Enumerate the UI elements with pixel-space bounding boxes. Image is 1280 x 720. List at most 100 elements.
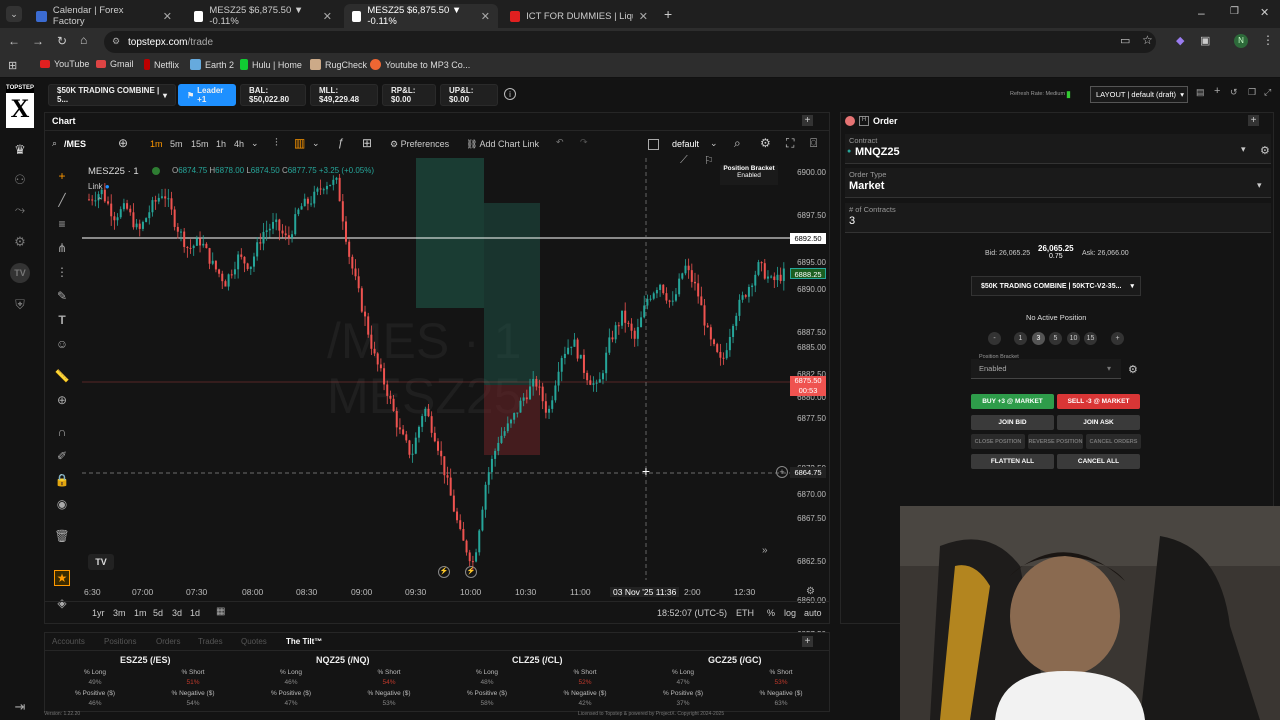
- url-field[interactable]: topstepx.com/trade: [104, 31, 1156, 53]
- chevron-down-icon[interactable]: ⌄: [251, 138, 259, 149]
- expand-icon[interactable]: ⤢: [1264, 87, 1271, 98]
- bookmark-gmail[interactable]: Gmail: [96, 59, 134, 69]
- account-select[interactable]: $50K TRADING COMBINE | 5... ▾: [48, 84, 176, 106]
- bookmark-earth2[interactable]: Earth 2: [190, 59, 234, 70]
- users-icon[interactable]: ⚇: [10, 170, 30, 190]
- chevron-down-icon[interactable]: ⌄: [710, 138, 718, 149]
- range-1m[interactable]: 1m: [134, 608, 147, 618]
- cancel-orders-button[interactable]: CANCEL ORDERS: [1086, 434, 1141, 449]
- home-icon[interactable]: ⌂: [80, 33, 87, 47]
- contract-select[interactable]: Contract MNQZ25 ● ▾: [845, 134, 1271, 164]
- order-account-select[interactable]: $50K TRADING COMBINE | 50KTC-V2-35... ▾: [971, 276, 1141, 296]
- fullscreen-icon[interactable]: ⛶: [786, 136, 794, 151]
- indicators-icon[interactable]: ƒ: [338, 137, 344, 149]
- back-icon[interactable]: ←: [8, 34, 20, 48]
- layout-grid-icon[interactable]: ⊞: [362, 136, 372, 150]
- qty-5-button[interactable]: 5: [1049, 332, 1062, 345]
- pitchfork-icon[interactable]: ⋔: [54, 240, 70, 256]
- collapse-icon[interactable]: ⌃: [96, 196, 104, 207]
- compare-icon[interactable]: ⊕: [118, 136, 128, 150]
- symbol-search[interactable]: /MES: [64, 139, 86, 149]
- checkbox-icon[interactable]: [648, 139, 659, 150]
- bar-type-icon[interactable]: ⫶: [275, 137, 278, 150]
- bookmark-youtube[interactable]: YouTube: [40, 59, 89, 69]
- info-icon[interactable]: i: [504, 88, 516, 100]
- bookmark-rugcheck[interactable]: RugCheck: [310, 59, 367, 70]
- new-tab-icon[interactable]: +: [664, 6, 672, 22]
- flatten-all-button[interactable]: FLATTEN ALL: [971, 454, 1054, 469]
- qty-10-button[interactable]: 10: [1067, 332, 1080, 345]
- forward-icon[interactable]: →: [32, 34, 44, 48]
- tab-orders[interactable]: Orders: [156, 637, 180, 646]
- long-position-profit-zone[interactable]: [416, 158, 484, 308]
- topstep-logo[interactable]: TOPSTEP X: [6, 84, 34, 128]
- trash-icon[interactable]: 🗑: [54, 528, 70, 544]
- window-icon[interactable]: ❐: [1248, 87, 1256, 98]
- settings-icon[interactable]: ⚙: [760, 136, 771, 150]
- zoom-icon[interactable]: ⌕: [734, 136, 741, 151]
- tab-positions[interactable]: Positions: [104, 637, 136, 646]
- price-chart[interactable]: /MES · 1 MESZ25 +: [82, 158, 790, 580]
- timeframe-15m[interactable]: 15m: [191, 139, 209, 149]
- browser-tab[interactable]: ICT FOR DUMMIES | Liquidity P... ✕: [502, 4, 656, 28]
- range-1yr[interactable]: 1yr: [92, 608, 105, 618]
- qty-decrement-button[interactable]: -: [988, 332, 1001, 345]
- layout-select[interactable]: LAYOUT | default (draft) ▾: [1090, 86, 1188, 103]
- tradingview-icon[interactable]: TV: [10, 263, 30, 283]
- bookmark-mp3[interactable]: Youtube to MP3 Co...: [370, 59, 470, 70]
- profile-avatar[interactable]: N: [1234, 34, 1248, 48]
- tab-the-tilt[interactable]: The Tilt™: [286, 637, 322, 646]
- ask-price[interactable]: Ask: 26,066.00: [1082, 250, 1129, 257]
- redo-icon[interactable]: ↷: [580, 137, 588, 148]
- gear-icon[interactable]: ⚙: [1128, 363, 1138, 376]
- bid-price[interactable]: Bid: 26,065.25: [985, 250, 1030, 257]
- puzzle-icon[interactable]: ▣: [1200, 34, 1210, 47]
- add-order-icon[interactable]: +: [776, 466, 788, 478]
- fib-icon[interactable]: ⋮: [54, 264, 70, 280]
- bracket-icon[interactable]: ⚐: [704, 154, 714, 167]
- draw-line-icon[interactable]: ⟋: [680, 154, 688, 167]
- timeframe-4h[interactable]: 4h: [234, 139, 244, 149]
- percent-toggle[interactable]: %: [767, 608, 775, 618]
- cast-icon[interactable]: ▭: [1120, 34, 1130, 47]
- long-position-stop-zone[interactable]: [484, 385, 540, 455]
- bookmark-hulu[interactable]: Hulu | Home: [240, 59, 302, 70]
- undo-icon[interactable]: ↶: [556, 137, 564, 148]
- close-icon[interactable]: ✕: [323, 10, 332, 23]
- magnet-icon[interactable]: ∩: [54, 424, 70, 440]
- extension-icon[interactable]: ◆: [1176, 34, 1184, 47]
- close-window-icon[interactable]: ✕: [1260, 6, 1269, 19]
- browser-tab[interactable]: MESZ25 $6,875.50 ▼ -0.11% ✕: [186, 4, 340, 28]
- auto-toggle[interactable]: auto: [804, 608, 822, 618]
- qty-3-button[interactable]: 3: [1032, 332, 1045, 345]
- price-axis[interactable]: 6900.00 6897.50 6895.00 6890.00 6887.50 6885.…: [790, 158, 830, 689]
- maximize-icon[interactable]: ❐: [1230, 6, 1239, 17]
- close-icon[interactable]: ✕: [639, 10, 648, 23]
- log-toggle[interactable]: log: [784, 608, 796, 618]
- bracket-select[interactable]: Position Bracket Enabled ▾: [971, 354, 1121, 379]
- add-panel-icon[interactable]: +: [802, 636, 813, 647]
- bookmark-netflix[interactable]: Netflix: [144, 59, 179, 70]
- brush-icon[interactable]: ✎: [54, 288, 70, 304]
- qty-1-button[interactable]: 1: [1014, 332, 1027, 345]
- star-icon[interactable]: ★: [54, 570, 70, 586]
- save-icon[interactable]: ▤: [1196, 87, 1205, 98]
- browser-tab[interactable]: Calendar | Forex Factory ✕: [28, 4, 180, 28]
- scroll-right-icon[interactable]: »: [762, 545, 768, 556]
- layers-icon[interactable]: ◈: [54, 595, 70, 611]
- tab-trades[interactable]: Trades: [198, 637, 223, 646]
- join-ask-button[interactable]: JOIN ASK: [1057, 415, 1140, 430]
- reload-icon[interactable]: ↻: [57, 34, 67, 48]
- tune-icon[interactable]: ⚙: [112, 36, 120, 47]
- range-5d[interactable]: 5d: [153, 608, 163, 618]
- lock-icon[interactable]: 🔒: [54, 472, 70, 488]
- browser-tab-active[interactable]: MESZ25 $6,875.50 ▼ -0.11% ✕: [344, 4, 498, 28]
- leader-button[interactable]: ⚑ Leader +1: [178, 84, 236, 106]
- undo-icon[interactable]: ↺: [1230, 87, 1238, 98]
- timeframe-1h[interactable]: 1h: [216, 139, 226, 149]
- chevron-down-icon[interactable]: ⌄: [312, 138, 320, 149]
- template-select[interactable]: default: [672, 139, 699, 149]
- crosshair-icon[interactable]: +: [54, 168, 70, 184]
- star-icon[interactable]: ☆: [1142, 33, 1153, 47]
- tab-quotes[interactable]: Quotes: [241, 637, 267, 646]
